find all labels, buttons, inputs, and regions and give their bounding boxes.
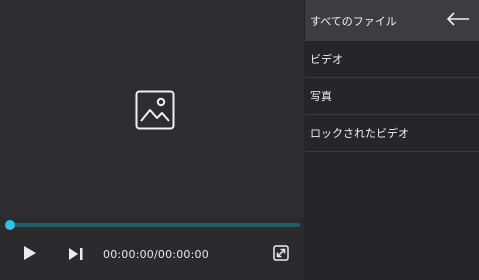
sidebar-item-photos[interactable]: 写真 (305, 78, 479, 115)
sidebar-item-label: ロックされたビデオ (310, 127, 409, 140)
back-button[interactable] (445, 10, 471, 30)
skip-next-icon (68, 246, 84, 265)
sidebar-item-label: 写真 (310, 90, 332, 103)
sidebar-header-label: すべてのファイル (310, 14, 397, 28)
progress-bar[interactable] (10, 223, 300, 227)
video-viewport[interactable] (0, 0, 304, 218)
progress-knob[interactable] (5, 220, 15, 230)
app-window: 00:00:00/00:00:00 すべてのファイル ビデオ 写真 ロックされた… (0, 0, 479, 280)
fullscreen-button[interactable] (272, 245, 290, 265)
sidebar-item-videos[interactable]: ビデオ (305, 41, 479, 78)
play-icon (23, 245, 37, 265)
file-sidebar: すべてのファイル ビデオ 写真 ロックされたビデオ (305, 0, 479, 280)
image-placeholder-icon (135, 90, 175, 130)
sidebar-item-all-files[interactable]: すべてのファイル (305, 0, 479, 41)
sidebar-item-locked-videos[interactable]: ロックされたビデオ (305, 115, 479, 152)
next-button[interactable] (66, 245, 86, 265)
player-controls: 00:00:00/00:00:00 (0, 218, 304, 280)
sidebar-item-label: ビデオ (310, 53, 343, 66)
play-button[interactable] (20, 245, 40, 265)
arrow-left-icon (446, 11, 470, 29)
fullscreen-icon (273, 245, 289, 265)
time-display: 00:00:00/00:00:00 (103, 248, 209, 261)
